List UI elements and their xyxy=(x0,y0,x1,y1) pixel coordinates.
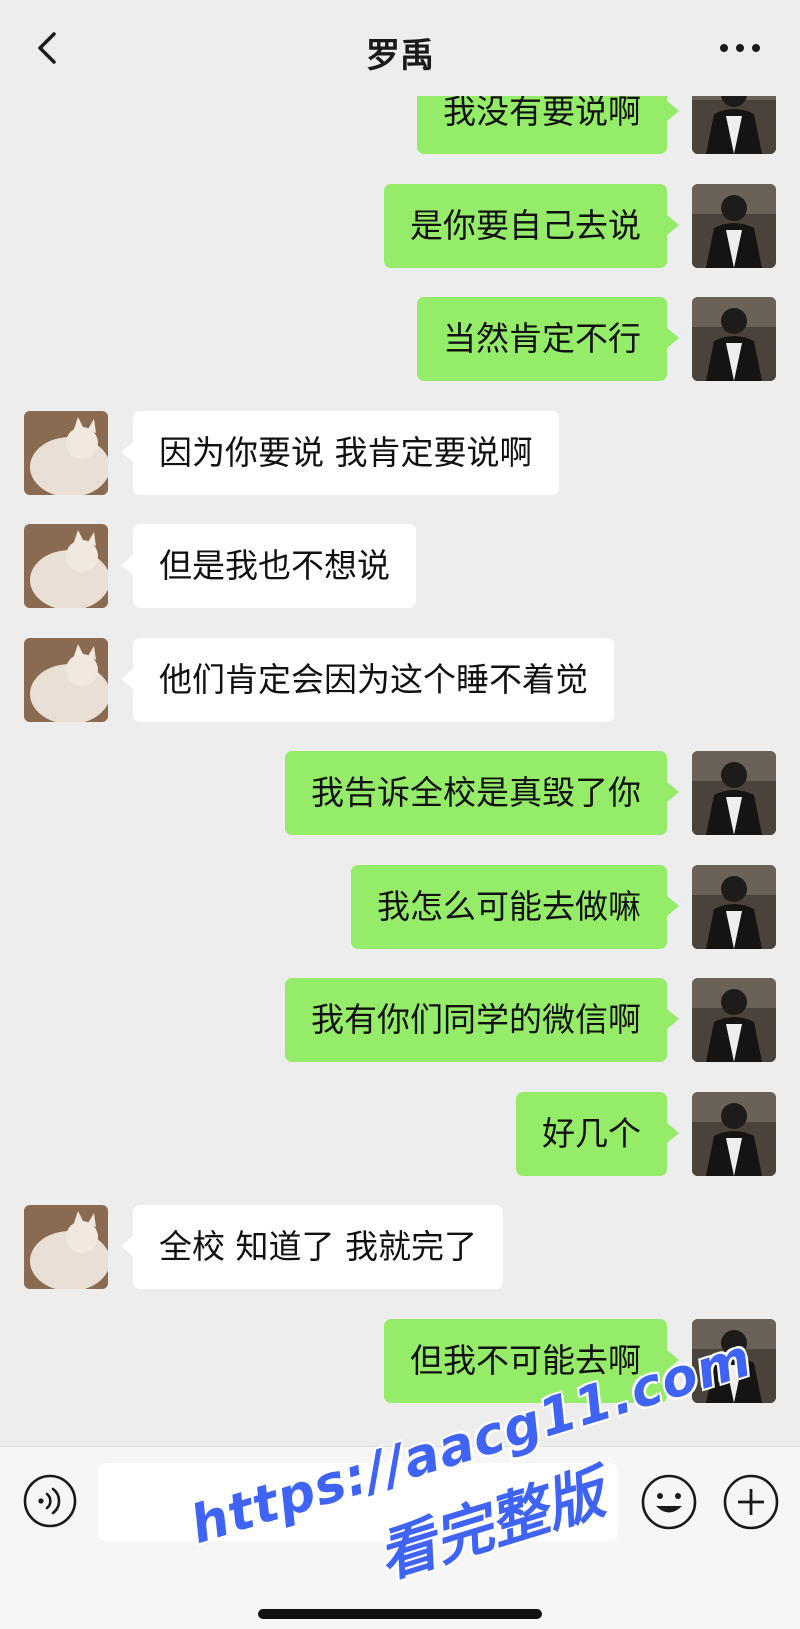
message-row: 他们肯定会因为这个睡不着觉 xyxy=(0,637,800,724)
message-row: 但我不可能去啊 xyxy=(0,1318,800,1405)
sent-message-bubble[interactable]: 是你要自己去说 xyxy=(384,183,679,268)
received-message-bubble[interactable]: 他们肯定会因为这个睡不着觉 xyxy=(121,637,614,722)
message-list[interactable]: 我没有要说啊是你要自己去说当然肯定不行因为你要说 我肯定要说啊 但是我也不想说他们… xyxy=(0,96,800,1446)
contact-avatar[interactable] xyxy=(24,1205,108,1289)
sent-message-bubble[interactable]: 当然肯定不行 xyxy=(417,297,679,381)
message-input[interactable] xyxy=(98,1463,618,1541)
sent-message-bubble[interactable]: 我没有要说啊 xyxy=(417,96,679,154)
contact-avatar[interactable] xyxy=(24,637,108,722)
home-indicator xyxy=(258,1609,542,1619)
more-dots-icon[interactable] xyxy=(718,40,762,56)
message-row: 我怎么可能去做嘛 xyxy=(0,864,800,951)
sent-message-bubble[interactable]: 我告诉全校是真毁了你 xyxy=(285,751,679,835)
sent-message-bubble[interactable]: 我怎么可能去做嘛 xyxy=(351,864,679,949)
received-message-bubble[interactable]: 因为你要说 我肯定要说啊 xyxy=(121,410,559,495)
message-row: 好几个 xyxy=(0,1091,800,1178)
plus-icon[interactable] xyxy=(722,1473,780,1531)
emoji-icon[interactable] xyxy=(640,1473,698,1531)
received-message-bubble[interactable]: 但是我也不想说 xyxy=(121,524,416,608)
voice-icon[interactable] xyxy=(22,1473,78,1529)
my-avatar[interactable] xyxy=(692,978,776,1062)
my-avatar[interactable] xyxy=(692,864,776,949)
message-row: 我没有要说啊 xyxy=(0,96,800,156)
my-avatar[interactable] xyxy=(692,1318,776,1403)
chat-title: 罗禹 xyxy=(366,36,434,76)
received-message-bubble[interactable]: 全校 知道了 我就完了 xyxy=(121,1205,503,1289)
message-row: 我告诉全校是真毁了你 xyxy=(0,751,800,837)
my-avatar[interactable] xyxy=(692,96,776,154)
my-avatar[interactable] xyxy=(692,1091,776,1176)
my-avatar[interactable] xyxy=(692,183,776,268)
message-row: 因为你要说 我肯定要说啊 xyxy=(0,410,800,497)
sent-message-bubble[interactable]: 我有你们同学的微信啊 xyxy=(285,978,679,1062)
message-row: 是你要自己去说 xyxy=(0,183,800,270)
top-bar: 罗禹 xyxy=(0,0,800,96)
message-row: 我有你们同学的微信啊 xyxy=(0,978,800,1064)
contact-avatar[interactable] xyxy=(24,410,108,495)
message-row: 但是我也不想说 xyxy=(0,524,800,610)
contact-avatar[interactable] xyxy=(24,524,108,608)
sent-message-bubble[interactable]: 好几个 xyxy=(516,1091,679,1176)
input-bar xyxy=(0,1446,800,1629)
message-row: 全校 知道了 我就完了 xyxy=(0,1205,800,1291)
sent-message-bubble[interactable]: 但我不可能去啊 xyxy=(384,1318,679,1403)
my-avatar[interactable] xyxy=(692,297,776,381)
my-avatar[interactable] xyxy=(692,751,776,835)
message-row: 当然肯定不行 xyxy=(0,297,800,383)
